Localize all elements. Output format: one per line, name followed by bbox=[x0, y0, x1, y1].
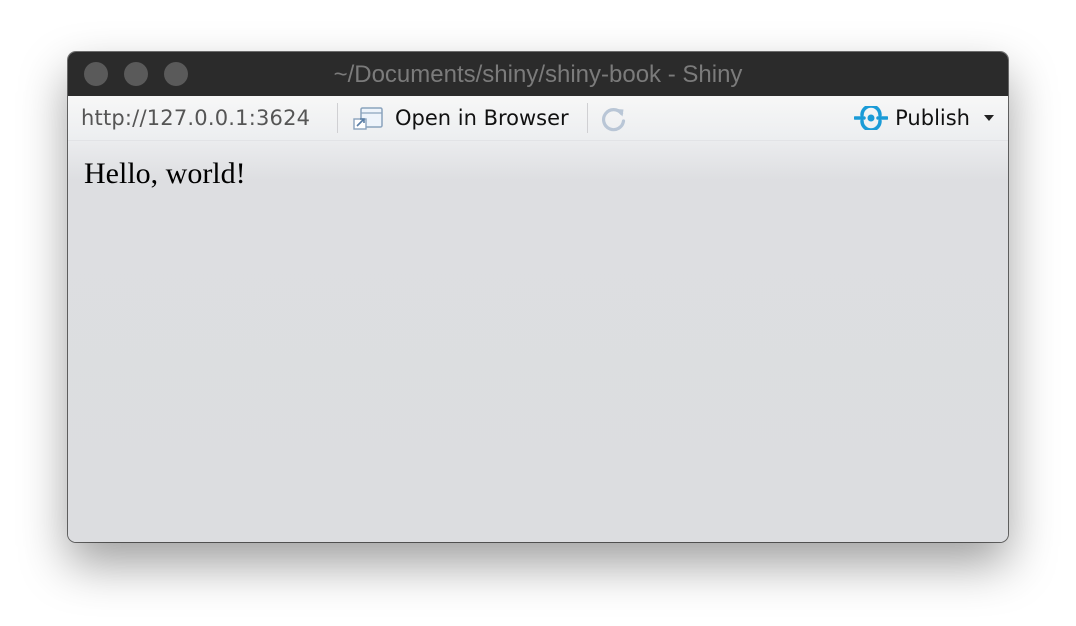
publish-icon bbox=[854, 106, 889, 130]
app-content: Hello, world! bbox=[68, 141, 1008, 542]
shiny-window: ~/Documents/shiny/shiny-book - Shiny htt… bbox=[68, 52, 1008, 542]
hello-heading: Hello, world! bbox=[84, 157, 246, 190]
open-in-browser-label: Open in Browser bbox=[395, 106, 569, 130]
toolbar-divider bbox=[337, 103, 338, 133]
refresh-icon[interactable] bbox=[599, 104, 629, 134]
open-in-browser-icon bbox=[353, 107, 383, 130]
publish-button[interactable]: Publish bbox=[854, 96, 994, 140]
publish-label: Publish bbox=[895, 106, 970, 130]
toolbar-divider bbox=[587, 103, 588, 133]
app-url[interactable]: http://127.0.0.1:3624 bbox=[81, 96, 310, 140]
title-bar[interactable]: ~/Documents/shiny/shiny-book - Shiny bbox=[68, 52, 1008, 97]
chevron-down-icon[interactable] bbox=[984, 115, 994, 121]
window-title: ~/Documents/shiny/shiny-book - Shiny bbox=[333, 61, 743, 88]
open-in-browser-button[interactable]: Open in Browser bbox=[352, 96, 569, 140]
viewer-toolbar: http://127.0.0.1:3624 Open in Browser Pu… bbox=[68, 96, 1008, 141]
